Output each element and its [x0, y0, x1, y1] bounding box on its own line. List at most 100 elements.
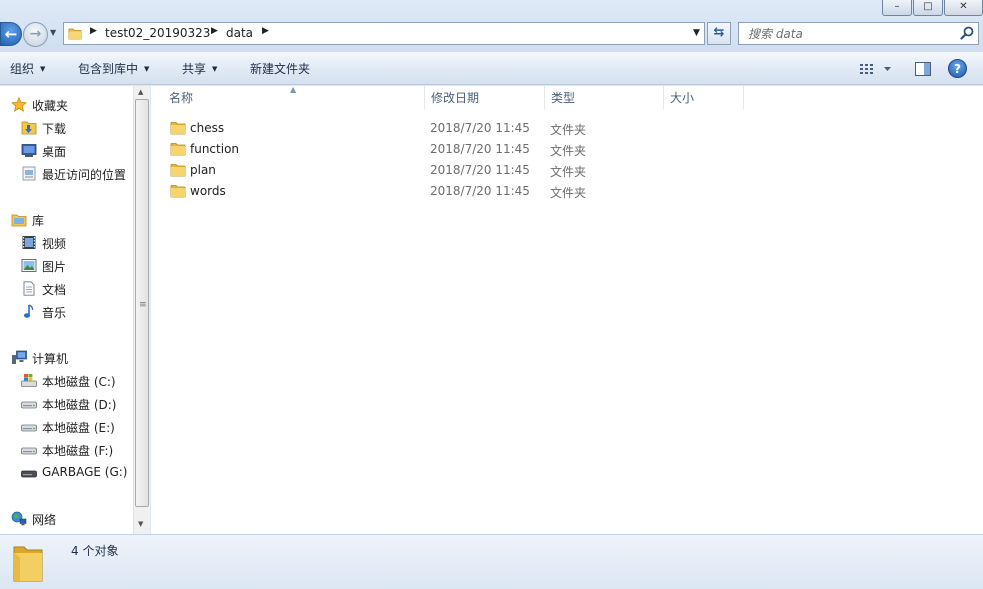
file-date: 2018/7/20 11:45	[430, 163, 530, 177]
folder-icon	[68, 28, 82, 40]
folder-icon	[170, 122, 186, 135]
nav-network-label: 网络	[32, 513, 57, 527]
nav-item-label: 本地磁盘 (E:)	[42, 421, 115, 435]
drive-icon	[21, 401, 37, 409]
help-button[interactable]: ?	[948, 59, 967, 78]
removable-drive-icon	[21, 470, 37, 478]
nav-favorites-label: 收藏夹	[32, 99, 69, 113]
nav-item-label: 本地磁盘 (D:)	[42, 398, 117, 412]
breadcrumb-separator[interactable]: ▶	[262, 26, 269, 36]
scrollbar-grip-icon: ≡	[139, 300, 147, 310]
folder-icon	[13, 546, 43, 582]
maximize-button[interactable]: □	[913, 0, 943, 16]
nav-item-label: 本地磁盘 (F:)	[42, 444, 114, 458]
minimize-button[interactable]: –	[882, 0, 912, 16]
include-in-library-label: 包含到库中	[78, 62, 139, 76]
address-bar[interactable]: ▶ test02_20190323 ▶ data ▶ ▼	[63, 22, 705, 45]
back-arrow-icon: ←	[4, 25, 18, 43]
file-name: plan	[190, 163, 216, 177]
downloads-icon	[21, 121, 37, 135]
new-folder-label: 新建文件夹	[250, 62, 311, 76]
file-date: 2018/7/20 11:45	[430, 184, 530, 198]
preview-pane-icon[interactable]	[914, 61, 932, 77]
folder-icon	[170, 185, 186, 198]
scrollbar-thumb[interactable]: ≡	[135, 99, 149, 507]
search-icon[interactable]	[960, 26, 974, 40]
desktop-icon	[21, 144, 37, 157]
chevron-down-icon: ▼	[144, 65, 150, 73]
system-drive-icon	[21, 374, 37, 387]
breadcrumb-separator[interactable]: ▶	[211, 26, 218, 36]
new-folder-button[interactable]: 新建文件夹	[250, 60, 310, 77]
refresh-icon: ⇆	[713, 25, 725, 40]
breadcrumb-item[interactable]: test02_20190323	[105, 26, 210, 40]
search-box[interactable]	[738, 22, 979, 45]
folder-icon	[170, 143, 186, 156]
nav-item-label: 桌面	[42, 145, 67, 159]
share-button[interactable]: 共享 ▼	[182, 60, 217, 77]
file-date: 2018/7/20 11:45	[430, 121, 530, 135]
view-options-icon[interactable]	[858, 61, 898, 77]
recent-pages-dropdown[interactable]: ▼	[50, 28, 56, 37]
chevron-down-icon: ▼	[40, 65, 46, 73]
video-icon	[22, 236, 36, 249]
nav-item-label: 最近访问的位置	[42, 168, 127, 182]
forward-button[interactable]: →	[23, 22, 48, 47]
nav-item-label: GARBAGE (G:)	[42, 465, 128, 479]
library-icon	[11, 214, 27, 227]
file-type: 文件夹	[550, 186, 587, 200]
forward-arrow-icon: →	[29, 26, 42, 42]
organize-menu-button[interactable]: 组织 ▼	[10, 60, 45, 77]
recent-places-icon	[22, 166, 36, 181]
column-header-size[interactable]: 大小	[664, 86, 744, 110]
computer-icon	[12, 350, 27, 364]
include-in-library-button[interactable]: 包含到库中 ▼	[78, 60, 149, 77]
nav-item-label: 图片	[42, 260, 67, 274]
file-list-pane: ▲ 名称 修改日期 类型 大小 chess 2018/7/20 11:45 文件…	[151, 85, 983, 534]
command-bar: 组织 ▼ 包含到库中 ▼ 共享 ▼ 新建文件夹 ?	[0, 52, 983, 85]
pictures-icon	[21, 259, 37, 272]
nav-item-label: 本地磁盘 (C:)	[42, 375, 116, 389]
maximize-icon: □	[923, 1, 933, 12]
column-header-date[interactable]: 修改日期	[425, 86, 545, 110]
network-icon	[11, 511, 27, 526]
nav-item-label: 音乐	[42, 306, 67, 320]
address-history-dropdown[interactable]: ▼	[693, 28, 700, 38]
breadcrumb-item[interactable]: data	[226, 26, 253, 40]
nav-item-label: 下载	[42, 122, 67, 136]
scroll-up-arrow-icon[interactable]: ▲	[138, 88, 143, 96]
chevron-down-icon: ▼	[212, 65, 218, 73]
file-type: 文件夹	[550, 165, 587, 179]
drive-icon	[21, 447, 37, 455]
music-icon	[24, 304, 34, 318]
file-row[interactable]: chess 2018/7/20 11:45 文件夹	[163, 118, 923, 139]
share-label: 共享	[182, 62, 207, 76]
item-count-text: 4 个对象	[71, 544, 119, 558]
file-row[interactable]: plan 2018/7/20 11:45 文件夹	[163, 160, 923, 181]
column-header-type[interactable]: 类型	[545, 86, 664, 110]
breadcrumb-separator[interactable]: ▶	[90, 26, 97, 36]
close-button[interactable]: ✕	[944, 0, 983, 16]
search-input[interactable]	[739, 23, 954, 44]
file-type: 文件夹	[550, 123, 587, 137]
navigation-pane: 收藏夹 下载 桌面 最近访问的位置 库 视频 图片 文档 音乐 计算机 本地磁盘…	[0, 86, 133, 534]
minimize-icon: –	[894, 1, 900, 12]
help-icon: ?	[954, 62, 961, 76]
file-name: chess	[190, 121, 225, 135]
refresh-button[interactable]: ⇆	[707, 22, 731, 45]
nav-libraries-label: 库	[32, 214, 45, 228]
column-header-row: ▲ 名称 修改日期 类型 大小	[151, 85, 983, 110]
drive-icon	[21, 424, 37, 432]
nav-item-label: 视频	[42, 237, 67, 251]
nav-computer-label: 计算机	[32, 352, 69, 366]
file-date: 2018/7/20 11:45	[430, 142, 530, 156]
file-row[interactable]: function 2018/7/20 11:45 文件夹	[163, 139, 923, 160]
nav-item-label: 文档	[42, 283, 67, 297]
details-pane: 4 个对象	[0, 534, 983, 589]
back-button[interactable]: ←	[0, 22, 22, 46]
scroll-down-arrow-icon[interactable]: ▼	[138, 520, 143, 528]
title-bar: – □ ✕ ← → ▼ ▶ test02_20190323 ▶ data ▶ ▼…	[0, 0, 983, 52]
nav-pane-scrollbar[interactable]: ▲ ≡ ▼	[133, 86, 150, 534]
file-row[interactable]: words 2018/7/20 11:45 文件夹	[163, 181, 923, 202]
column-header-name[interactable]: 名称	[163, 86, 425, 110]
